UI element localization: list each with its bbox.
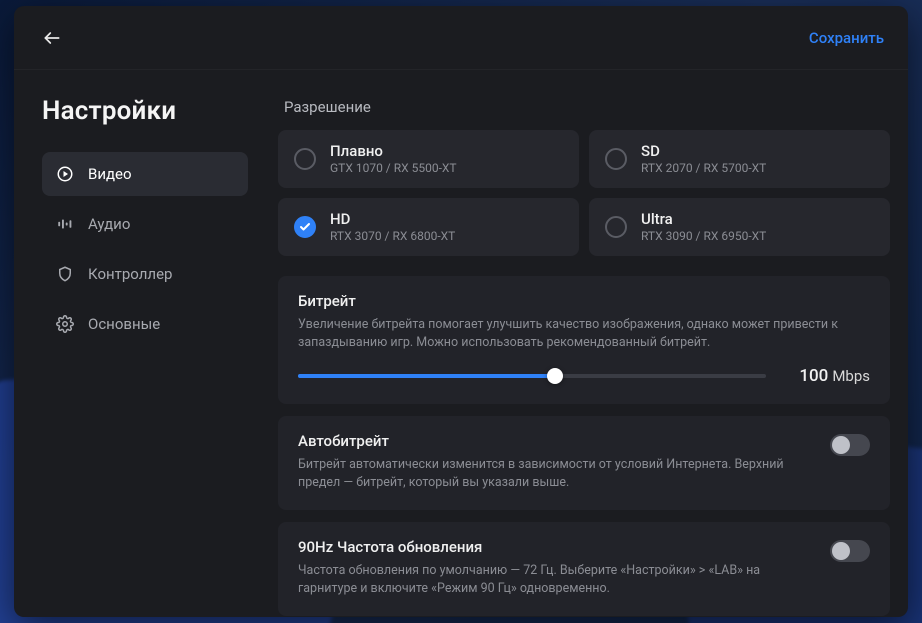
autobitrate-description: Битрейт автоматически изменится в зависи… [298, 456, 812, 492]
resolution-option-name: HD [330, 210, 455, 229]
settings-window: Сохранить Настройки Видео Аудио [14, 6, 908, 617]
refresh90-panel: 90Hz Частота обновления Частота обновлен… [278, 522, 890, 616]
radio-checked-icon [294, 216, 316, 238]
bitrate-value-number: 100 [799, 366, 828, 386]
back-button[interactable] [34, 20, 70, 56]
sidebar-item-controller[interactable]: Контроллер [42, 252, 248, 296]
resolution-option-sub: GTX 1070 / RX 5500-XT [330, 161, 457, 176]
slider-fill [298, 374, 555, 378]
audio-bars-icon [56, 215, 74, 233]
gear-icon [56, 315, 74, 333]
radio-icon [605, 216, 627, 238]
bitrate-slider[interactable] [298, 374, 766, 378]
resolution-option-sub: RTX 3070 / RX 6800-XT [330, 229, 455, 244]
sidebar-item-label: Видео [88, 165, 132, 183]
radio-icon [605, 148, 627, 170]
sidebar-item-label: Основные [88, 315, 160, 333]
bitrate-value: 100Mbps [784, 366, 870, 386]
arrow-left-icon [42, 28, 62, 48]
bitrate-description: Увеличение битрейта помогает улучшить ка… [298, 316, 870, 352]
play-circle-icon [56, 165, 74, 183]
sidebar-item-label: Аудио [88, 215, 130, 233]
save-button[interactable]: Сохранить [809, 29, 884, 47]
toggle-knob [832, 436, 850, 454]
content-area: Разрешение Плавно GTX 1070 / RX 5500-XT … [260, 70, 908, 617]
bitrate-panel: Битрейт Увеличение битрейта помогает улу… [278, 276, 890, 404]
bitrate-value-unit: Mbps [832, 367, 870, 385]
resolution-option-smooth[interactable]: Плавно GTX 1070 / RX 5500-XT [278, 130, 579, 188]
toggle-knob [832, 542, 850, 560]
resolution-option-hd[interactable]: HD RTX 3070 / RX 6800-XT [278, 198, 579, 256]
shield-icon [56, 265, 74, 283]
sidebar-item-label: Контроллер [88, 265, 172, 283]
resolution-heading: Разрешение [278, 98, 890, 116]
sidebar-item-general[interactable]: Основные [42, 302, 248, 346]
refresh90-description: Частота обновления по умолчанию — 72 Гц.… [298, 562, 812, 598]
refresh90-title: 90Hz Частота обновления [298, 538, 812, 556]
topbar: Сохранить [14, 6, 908, 70]
resolution-option-ultra[interactable]: Ultra RTX 3090 / RX 6950-XT [589, 198, 890, 256]
sidebar-item-video[interactable]: Видео [42, 152, 248, 196]
slider-thumb[interactable] [547, 368, 563, 384]
resolution-option-name: Плавно [330, 142, 457, 161]
autobitrate-title: Автобитрейт [298, 432, 812, 450]
resolution-grid: Плавно GTX 1070 / RX 5500-XT SD RTX 2070… [278, 130, 890, 256]
refresh90-toggle[interactable] [830, 540, 870, 562]
resolution-option-sub: RTX 2070 / RX 5700-XT [641, 161, 766, 176]
bitrate-title: Битрейт [298, 292, 870, 310]
sidebar-item-audio[interactable]: Аудио [42, 202, 248, 246]
resolution-option-name: SD [641, 142, 766, 161]
resolution-option-name: Ultra [641, 210, 766, 229]
radio-icon [294, 148, 316, 170]
autobitrate-panel: Автобитрейт Битрейт автоматически измени… [278, 416, 890, 510]
page-title: Настройки [42, 96, 248, 126]
autobitrate-toggle[interactable] [830, 434, 870, 456]
resolution-option-sub: RTX 3090 / RX 6950-XT [641, 229, 766, 244]
sidebar: Настройки Видео Аудио Контроллер [14, 70, 260, 617]
resolution-option-sd[interactable]: SD RTX 2070 / RX 5700-XT [589, 130, 890, 188]
